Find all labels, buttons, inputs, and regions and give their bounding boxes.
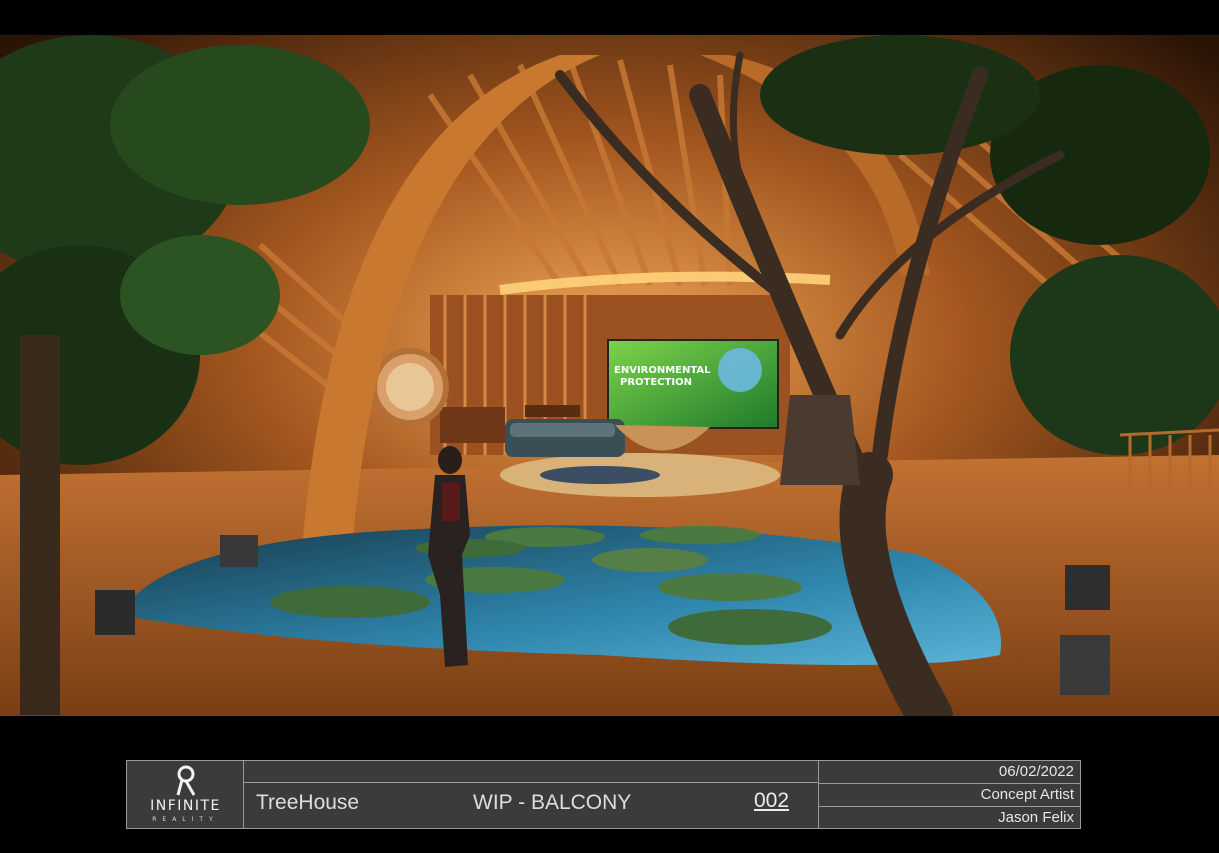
round-shelf	[371, 348, 449, 426]
date-text: 06/02/2022	[998, 763, 1074, 780]
rug-center	[540, 466, 660, 484]
title-block-main-row: TreeHouse WIP - BALCONY 002	[244, 783, 819, 828]
role-text: Concept Artist	[980, 786, 1074, 803]
earth-globe-icon	[718, 348, 762, 392]
indoor-tree-trunk	[780, 395, 860, 485]
role-cell: Concept Artist	[819, 784, 1080, 807]
artist-cell: Jason Felix	[819, 807, 1080, 828]
studio-logo: INFINITE REALITY	[127, 761, 244, 828]
left-tree-trunk	[20, 335, 60, 715]
logo-subtitle: REALITY	[152, 816, 219, 823]
sheet-number: 002	[754, 789, 790, 812]
logo-wordmark: INFINITE	[150, 798, 221, 814]
treehouse-balcony-render: ENVIRONMENTAL PROTECTION	[0, 35, 1219, 716]
screen-text-line-2: PROTECTION	[620, 377, 692, 388]
stage-label: WIP - BALCONY	[473, 791, 632, 814]
date-cell: 06/02/2022	[819, 761, 1080, 784]
environmental-screen: ENVIRONMENTAL PROTECTION	[607, 339, 779, 429]
artist-name: Jason Felix	[998, 809, 1074, 826]
project-name: TreeHouse	[256, 791, 360, 814]
concept-render: ENVIRONMENTAL PROTECTION	[0, 35, 1219, 716]
screen-text-line-1: ENVIRONMENTAL	[614, 365, 711, 376]
title-block-top-row	[244, 761, 819, 783]
infinite-reality-logo-icon	[176, 765, 196, 796]
title-block: INFINITE REALITY TreeHouse WIP - BALCONY…	[126, 760, 1081, 829]
